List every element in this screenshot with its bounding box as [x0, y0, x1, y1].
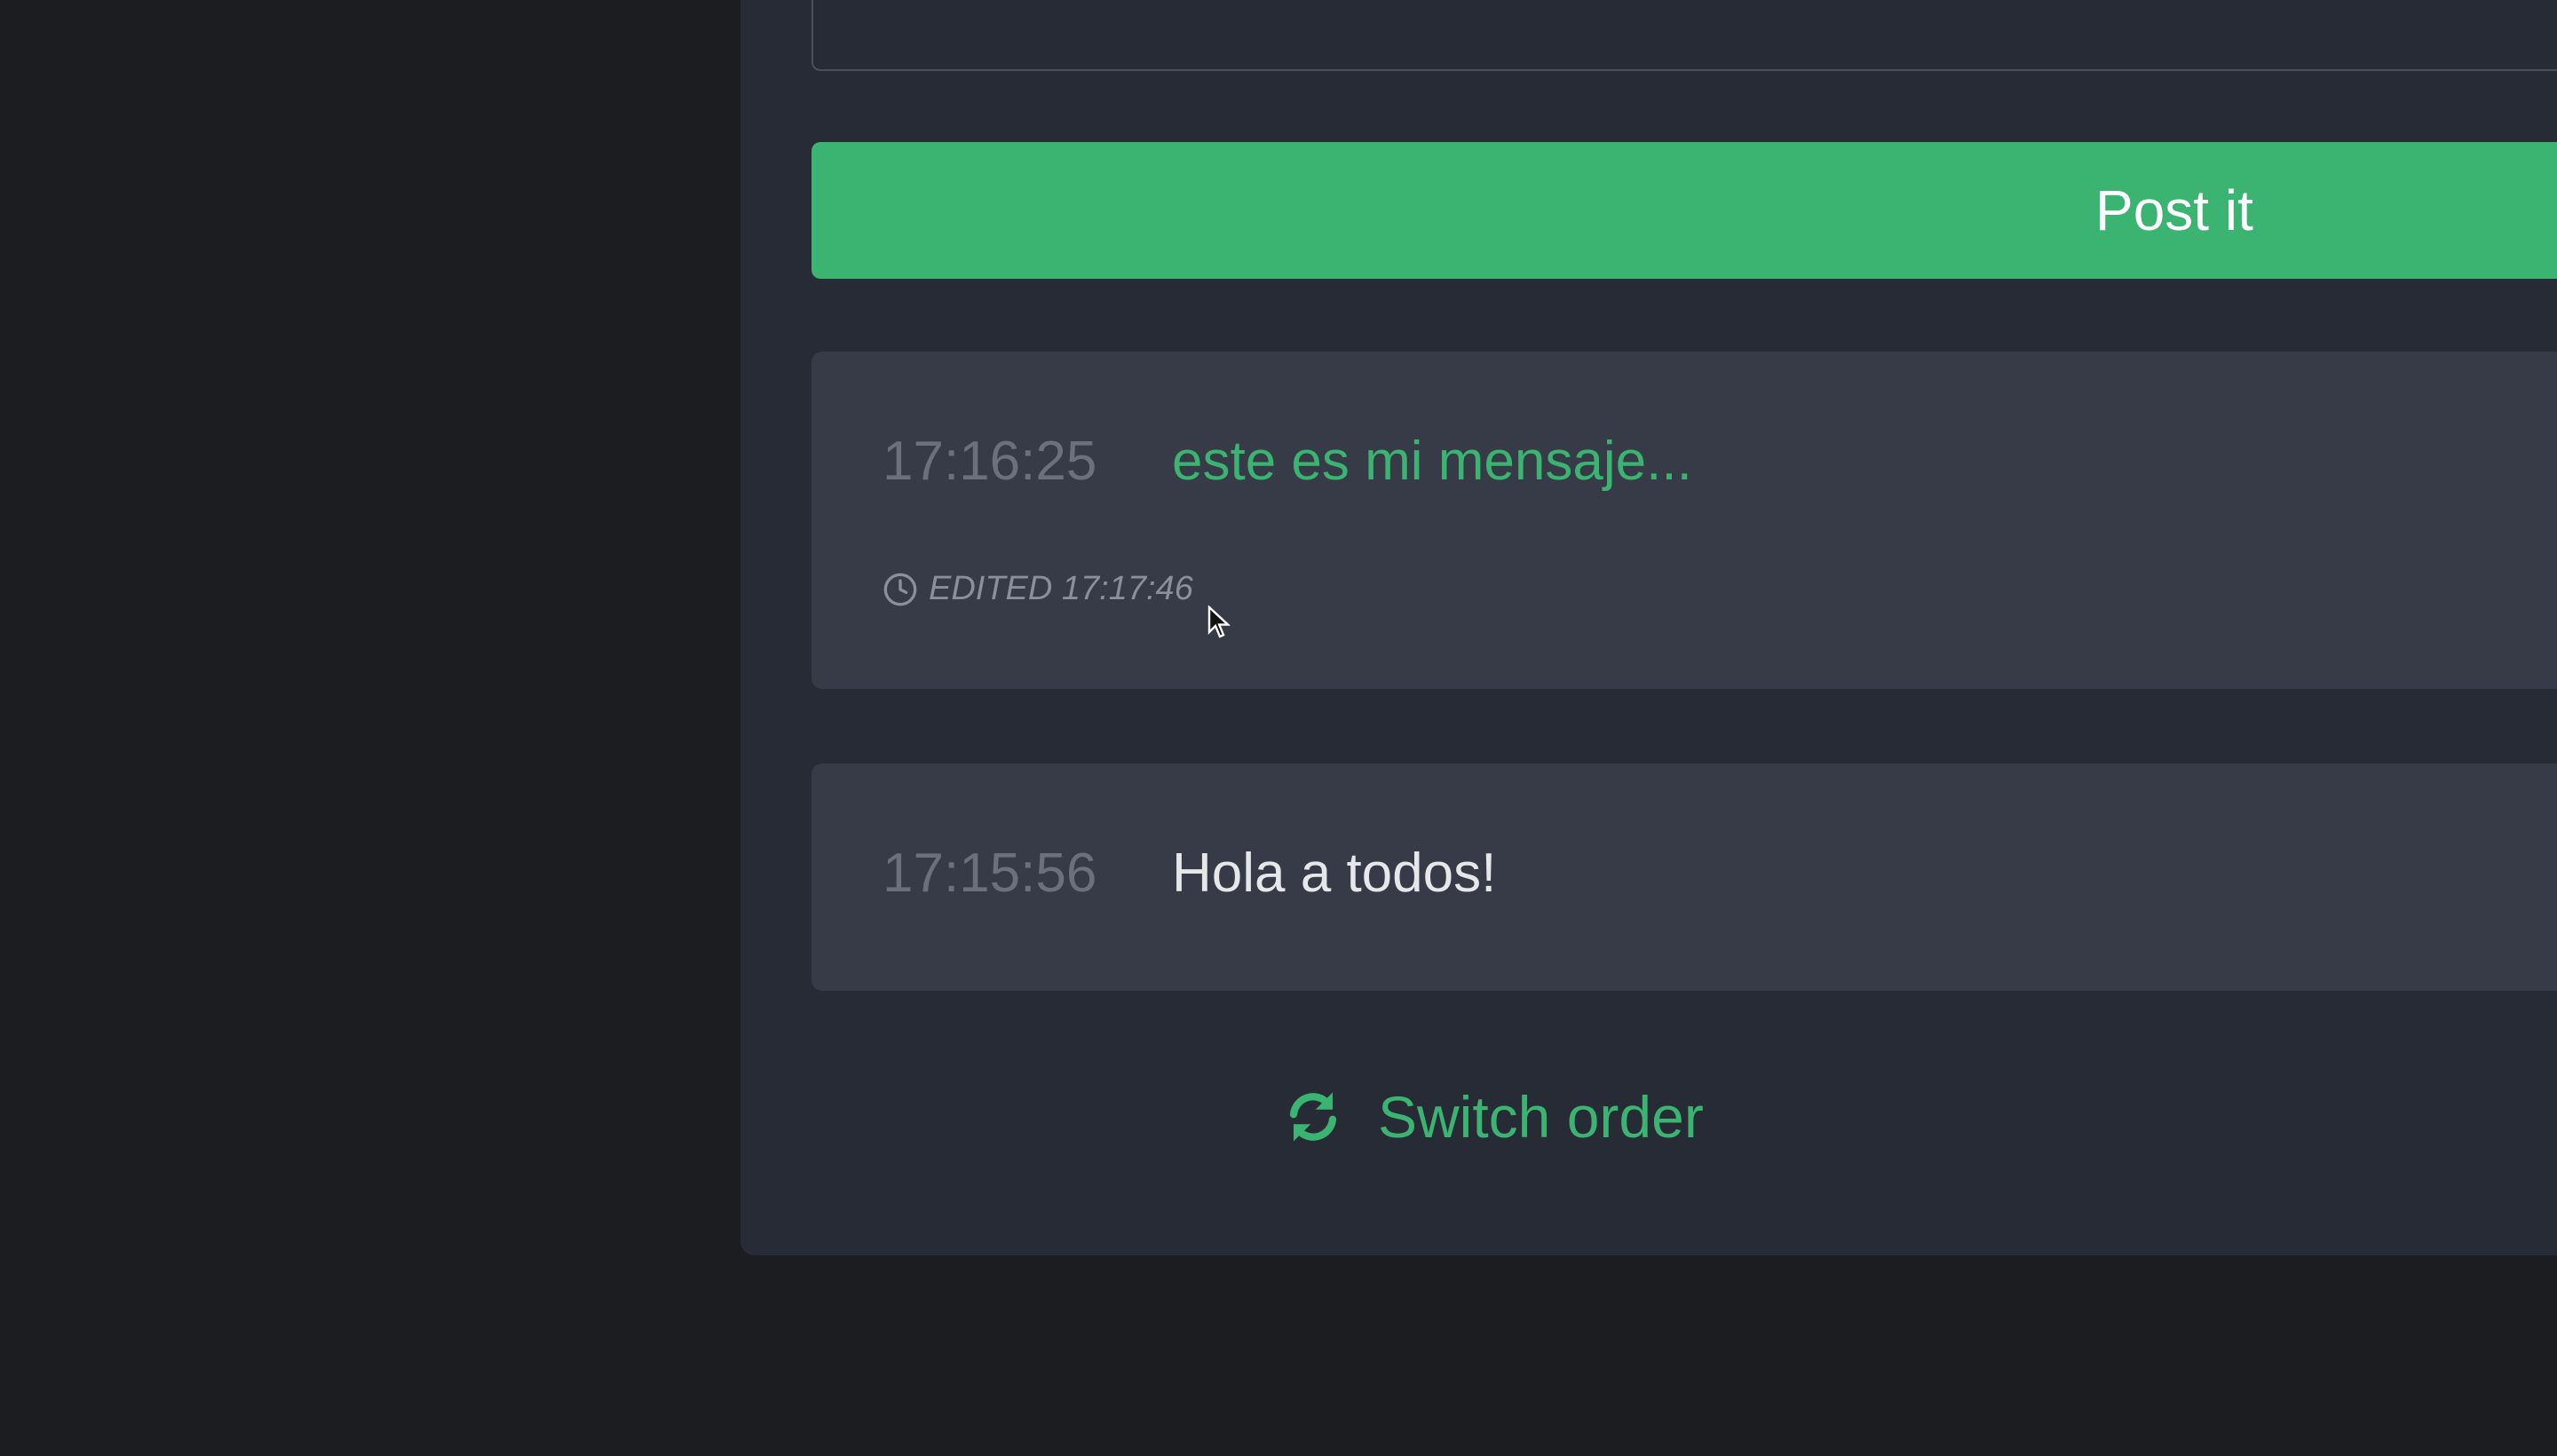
- edited-label: EDITED 17:17:46: [929, 570, 1193, 607]
- mouse-cursor-icon: [1207, 605, 1231, 638]
- post-button[interactable]: Post it: [811, 142, 2557, 279]
- clock-icon: [883, 573, 917, 605]
- message-text[interactable]: este es mi mensaje...: [1172, 430, 1692, 493]
- message-input[interactable]: [811, 0, 2557, 71]
- switch-order-label: Switch order: [1378, 1084, 1704, 1150]
- message-card: 17:16:25 este es mi mensaje... EDITED 17…: [811, 352, 2557, 689]
- message-time: 17:15:56: [883, 843, 1097, 904]
- refresh-icon: [1289, 1092, 1337, 1142]
- message-time: 17:16:25: [883, 431, 1097, 492]
- edited-indicator: EDITED 17:17:46: [883, 570, 1193, 608]
- message-card: 17:15:56 Hola a todos!: [811, 764, 2557, 991]
- message-text[interactable]: Hola a todos!: [1172, 842, 1496, 905]
- switch-order-button[interactable]: Switch order: [1284, 1081, 1704, 1152]
